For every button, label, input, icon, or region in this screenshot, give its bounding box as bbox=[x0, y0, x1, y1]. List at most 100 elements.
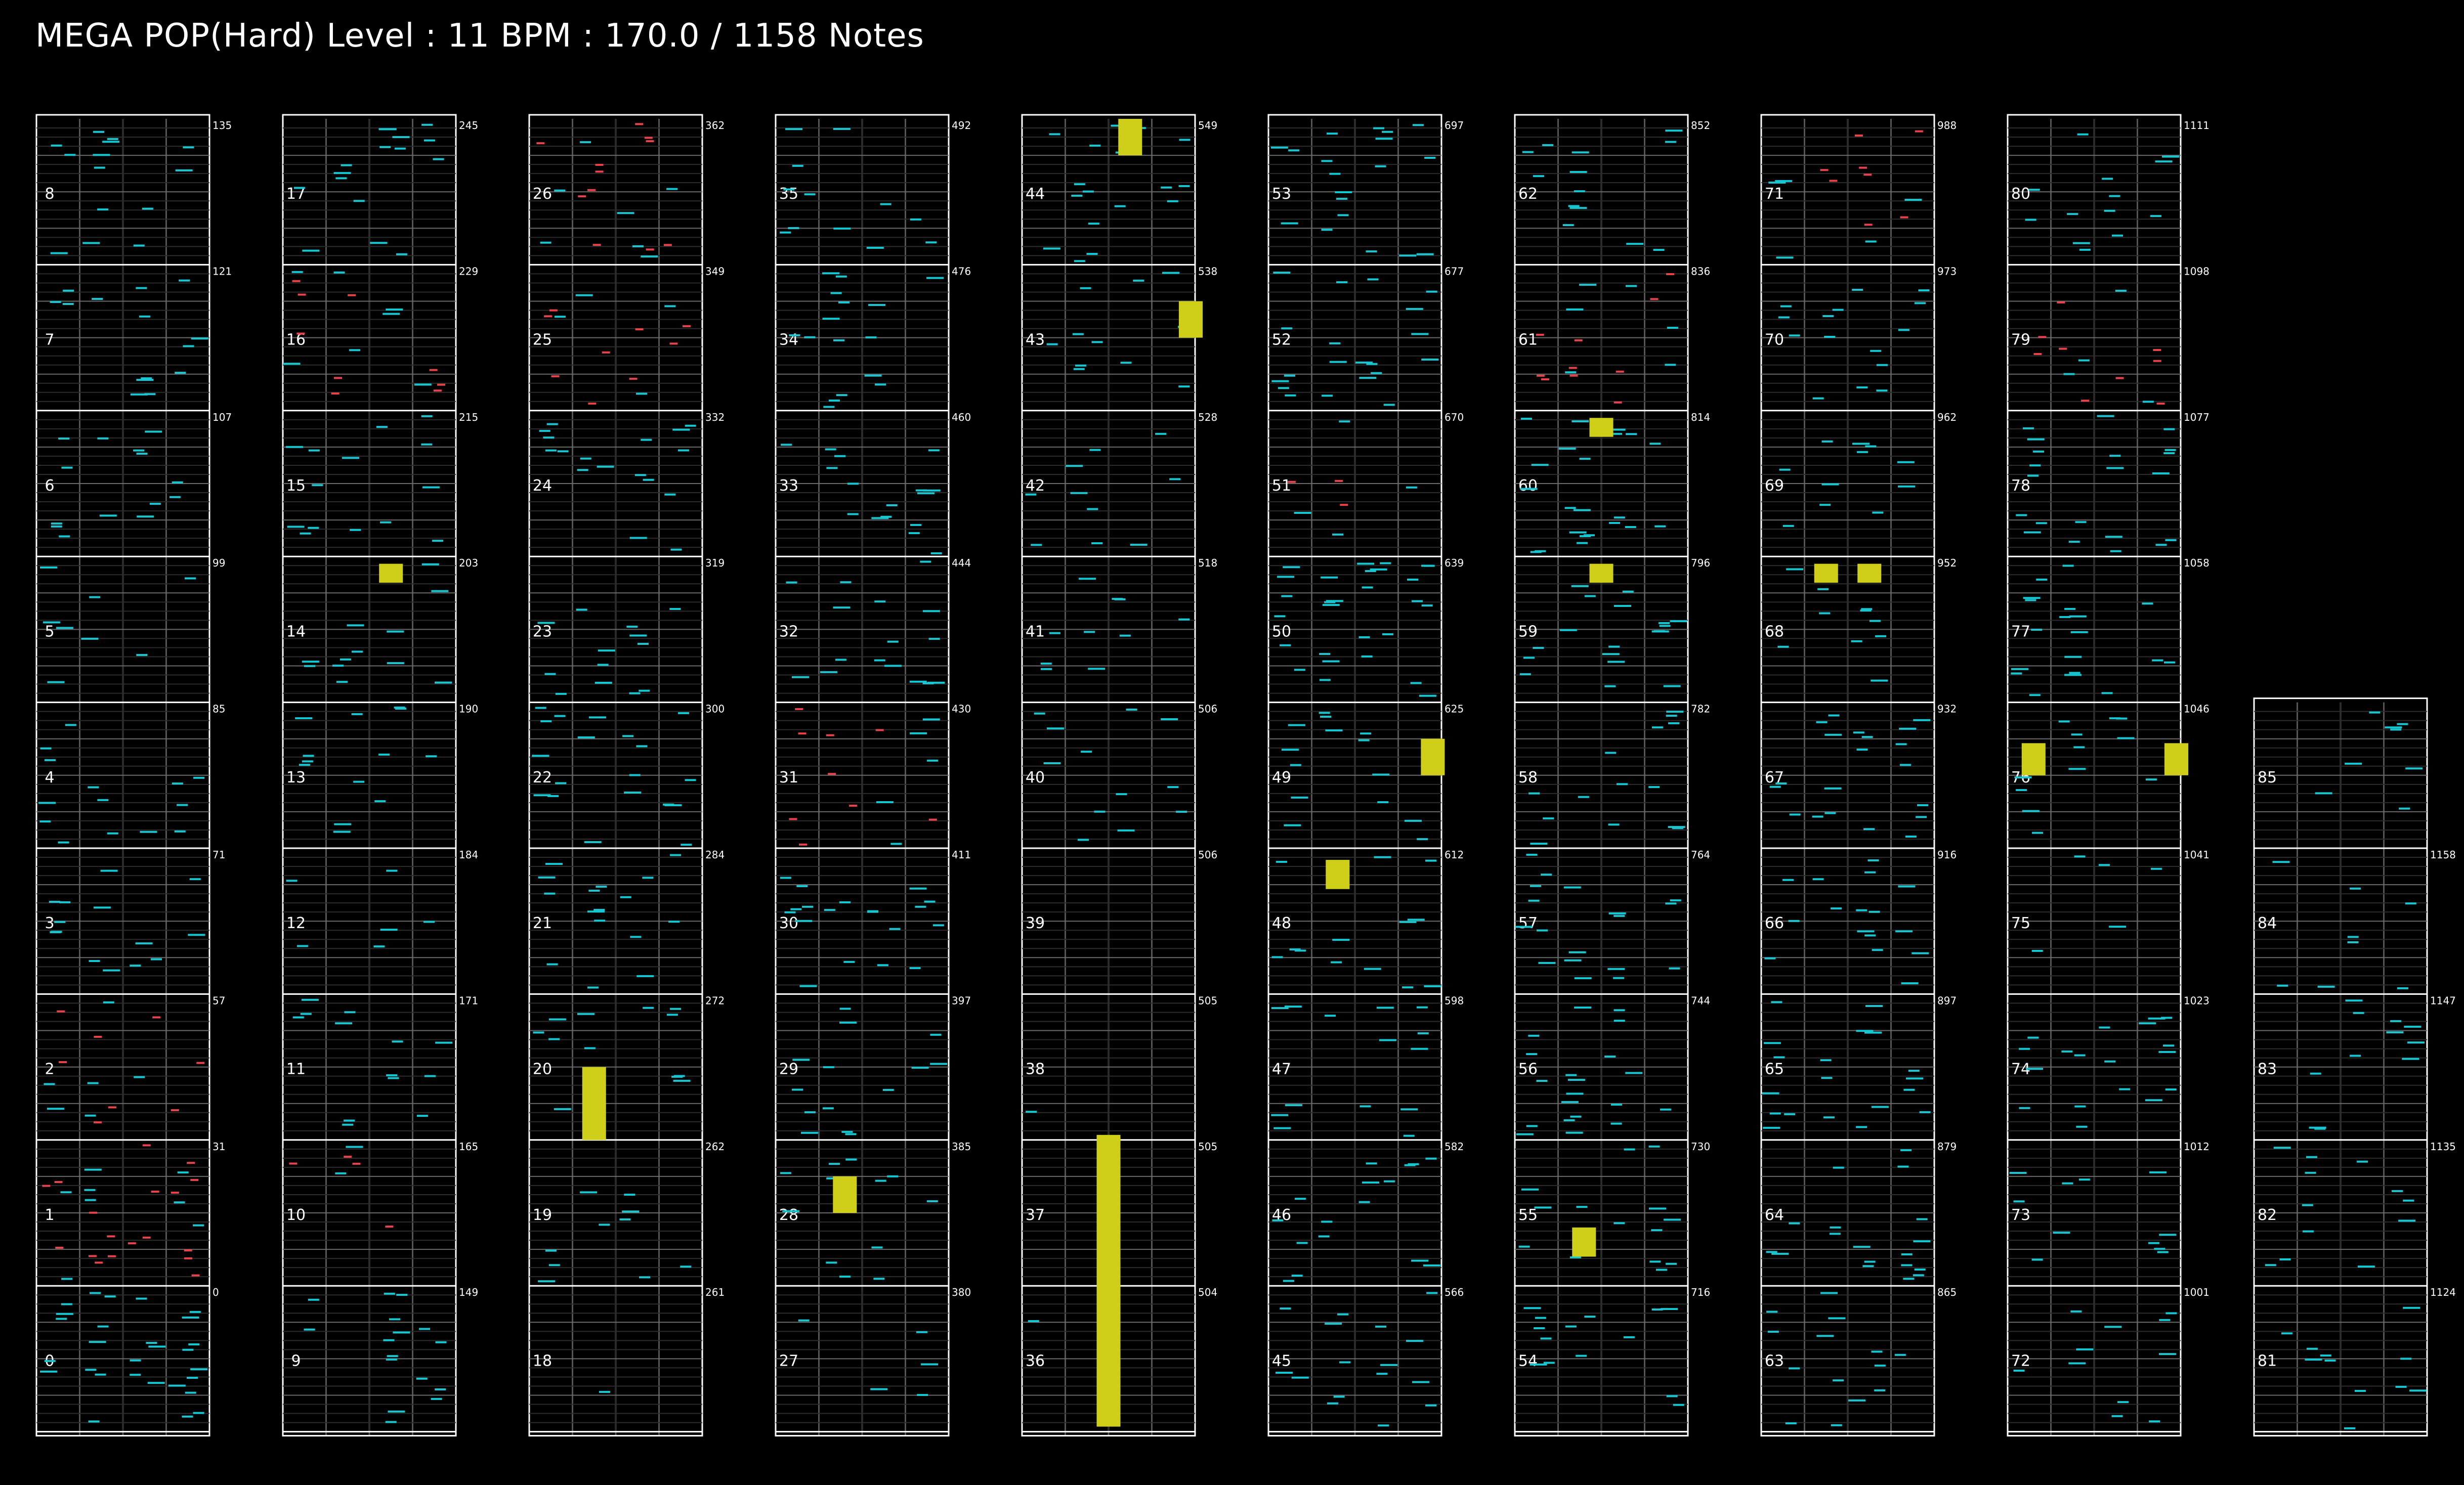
tap-note bbox=[887, 640, 899, 643]
tap-note bbox=[2409, 1389, 2427, 1392]
chain-note bbox=[1613, 401, 1622, 404]
tap-note bbox=[1402, 986, 1414, 989]
tap-note bbox=[58, 438, 70, 440]
tap-note bbox=[1915, 302, 1926, 304]
measure-number: 5 bbox=[45, 623, 54, 640]
note-count-label: 349 bbox=[705, 265, 725, 277]
tap-note bbox=[136, 1297, 147, 1300]
tap-note bbox=[2272, 861, 2290, 863]
note-count-label: 952 bbox=[1937, 557, 1957, 569]
tap-note bbox=[1623, 1336, 1635, 1338]
note-count-label: 362 bbox=[705, 119, 725, 132]
chain-note bbox=[1574, 339, 1583, 341]
tap-note bbox=[1278, 387, 1289, 389]
tap-note bbox=[800, 1131, 818, 1134]
tap-note bbox=[1376, 1373, 1388, 1375]
tap-note bbox=[804, 1111, 816, 1114]
tap-note bbox=[546, 963, 558, 966]
tap-note bbox=[2105, 536, 2122, 538]
tap-note bbox=[100, 869, 118, 872]
chain-note bbox=[663, 244, 672, 246]
tap-note bbox=[1026, 1111, 1037, 1113]
tap-note bbox=[2110, 550, 2121, 552]
tap-note bbox=[1082, 190, 1094, 193]
hold-note bbox=[1572, 1227, 1596, 1257]
tap-note bbox=[1283, 1280, 1294, 1282]
tap-note bbox=[189, 878, 201, 881]
tap-note bbox=[1280, 1307, 1291, 1310]
tap-note bbox=[1609, 521, 1621, 524]
note-count-label: 670 bbox=[1445, 411, 1464, 423]
tap-note bbox=[2324, 1359, 2336, 1362]
tap-note bbox=[2395, 1385, 2407, 1388]
tap-note bbox=[917, 492, 934, 495]
tap-note bbox=[1425, 1404, 1437, 1407]
tap-note bbox=[1333, 1395, 1345, 1398]
tap-note bbox=[588, 716, 606, 719]
tap-note bbox=[1655, 1269, 1667, 1271]
tap-note bbox=[422, 486, 440, 489]
chain-note bbox=[551, 375, 560, 377]
tap-note bbox=[828, 399, 840, 402]
tap-note bbox=[1900, 1149, 1912, 1152]
chain-note bbox=[1536, 374, 1545, 377]
chain-note bbox=[2057, 301, 2065, 303]
tap-note bbox=[1565, 1131, 1583, 1134]
chain-note bbox=[2081, 400, 2090, 402]
tap-note bbox=[927, 681, 945, 684]
tap-note bbox=[2058, 720, 2070, 723]
tap-note bbox=[384, 1292, 395, 1295]
tap-note bbox=[1894, 1353, 1906, 1356]
tap-note bbox=[99, 514, 117, 517]
tap-note bbox=[1416, 1006, 1428, 1009]
tap-note bbox=[822, 1107, 834, 1110]
tap-note bbox=[671, 1075, 683, 1078]
tap-note bbox=[922, 610, 940, 613]
note-count-label: 505 bbox=[1198, 1141, 1217, 1153]
tap-note bbox=[1566, 1093, 1584, 1095]
measure-number: 48 bbox=[1272, 914, 1291, 932]
tap-note bbox=[2403, 1199, 2414, 1202]
tap-note bbox=[538, 876, 556, 879]
tap-note bbox=[2016, 514, 2027, 516]
tap-note bbox=[1665, 902, 1677, 905]
tap-note bbox=[1782, 525, 1794, 527]
tap-note bbox=[2277, 984, 2288, 987]
tap-note bbox=[557, 450, 569, 453]
tap-note bbox=[840, 581, 852, 584]
tap-note bbox=[386, 869, 398, 872]
tap-note bbox=[1762, 1092, 1779, 1095]
tap-note bbox=[2119, 1088, 2131, 1090]
tap-note bbox=[351, 650, 363, 653]
tap-note bbox=[353, 780, 365, 783]
tap-note bbox=[1613, 1020, 1625, 1022]
tap-note bbox=[1040, 663, 1052, 665]
tap-note bbox=[1070, 492, 1088, 494]
measure-number: 77 bbox=[2011, 623, 2030, 640]
chain-note bbox=[1666, 273, 1674, 276]
tap-note bbox=[1895, 930, 1913, 933]
tap-note bbox=[2077, 133, 2089, 136]
tap-note bbox=[380, 929, 398, 931]
tap-note bbox=[1604, 685, 1616, 687]
tap-note bbox=[2344, 1427, 2355, 1429]
tap-note bbox=[920, 560, 931, 563]
tap-note bbox=[335, 1172, 347, 1174]
tap-note bbox=[308, 527, 319, 529]
measure-number: 3 bbox=[45, 914, 54, 932]
tap-note bbox=[1089, 449, 1101, 451]
chain-note bbox=[536, 142, 545, 145]
measure-number: 59 bbox=[1518, 623, 1538, 640]
tap-note bbox=[1417, 838, 1428, 841]
measure-number: 28 bbox=[779, 1206, 798, 1224]
measure-number: 61 bbox=[1518, 331, 1538, 349]
tap-note bbox=[1383, 404, 1395, 406]
tap-note bbox=[333, 172, 351, 174]
measure-number: 19 bbox=[533, 1206, 552, 1224]
tap-note bbox=[1648, 1207, 1666, 1210]
tap-note bbox=[1665, 129, 1683, 132]
tap-note bbox=[1167, 786, 1179, 789]
chain-note bbox=[795, 708, 803, 710]
measure-number: 53 bbox=[1272, 185, 1291, 203]
hold-note bbox=[1096, 1134, 1121, 1427]
